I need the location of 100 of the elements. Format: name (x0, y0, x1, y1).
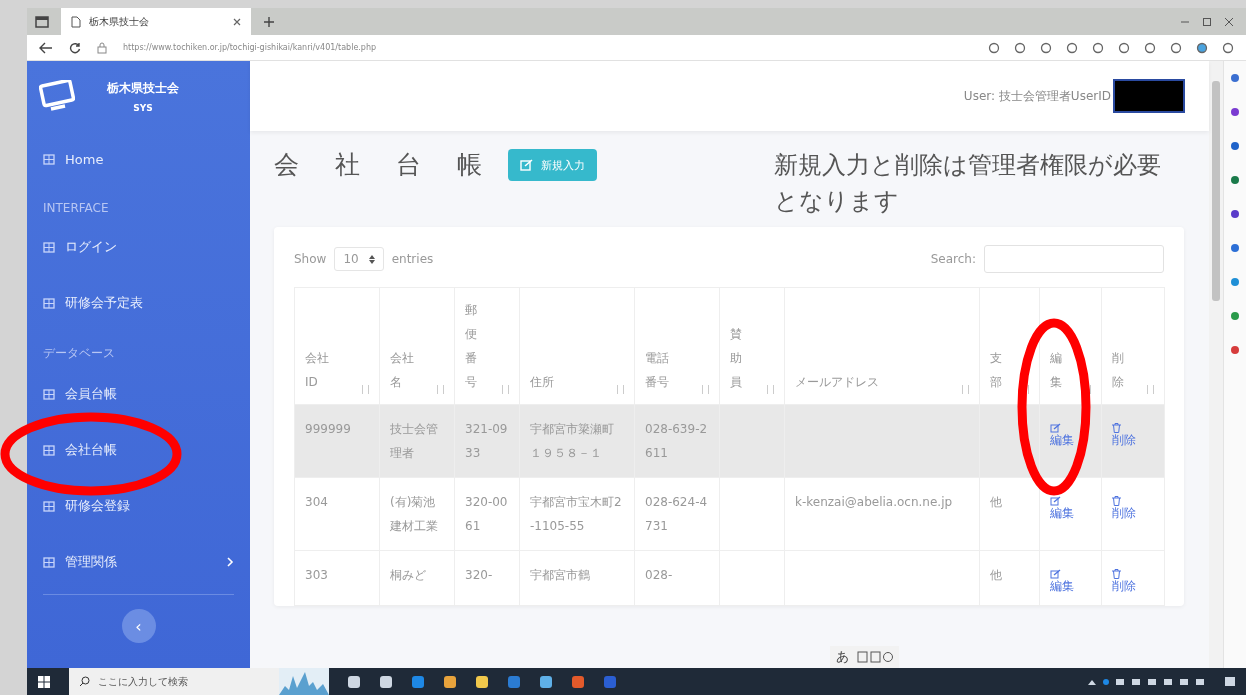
column-header[interactable]: メールアドレス (784, 287, 980, 405)
table-cell: 320-0061 (465, 495, 508, 533)
table-cell: 028-639-2611 (645, 422, 708, 460)
edit-icon (1050, 569, 1061, 579)
sort-icon (962, 385, 969, 394)
scrollbar[interactable] (1209, 61, 1223, 668)
toolbar-icon[interactable] (1066, 41, 1078, 54)
sidebar-app-icon[interactable] (1230, 73, 1240, 83)
column-header[interactable]: 編集 (1039, 287, 1102, 405)
page-size-select[interactable]: 10 (334, 247, 384, 271)
sidebar-item[interactable]: 研修会登録 (27, 478, 250, 534)
table-cell: 321-0933 (465, 422, 508, 460)
notice-text: 新規入力と削除は管理者権限が必要となります (774, 150, 1162, 217)
toolbar-icon[interactable] (1014, 41, 1026, 54)
delete-link[interactable]: 削除 (1112, 496, 1139, 520)
taskbar-app-icon[interactable] (347, 674, 361, 689)
search-field[interactable] (984, 245, 1164, 273)
taskbar-app-icon[interactable] (443, 674, 457, 689)
refresh-icon[interactable] (69, 41, 81, 54)
edit-link[interactable]: 編集 (1050, 423, 1077, 447)
address-field[interactable]: https://www.tochiken.or.jp/tochigi-gishikai/kanri/v401/table.php (123, 43, 377, 52)
user-label: User: 技士会管理者UserID (963, 87, 1111, 105)
taskbar-search-field[interactable]: ここに入力して検索 (69, 668, 329, 695)
search-icon (79, 676, 90, 687)
taskbar-app-icon[interactable] (475, 674, 489, 689)
toolbar-icon[interactable] (1040, 41, 1052, 54)
sidebar-app-icon[interactable] (1230, 311, 1240, 321)
tab-actions-icon[interactable] (35, 15, 49, 28)
toolbar-icon[interactable] (1118, 41, 1130, 54)
close-icon[interactable] (1224, 16, 1234, 27)
collapse-button[interactable]: ‹ (121, 609, 156, 643)
sidebar-item[interactable]: 会員台帳 (27, 366, 250, 422)
edit-link[interactable]: 編集 (1050, 569, 1077, 593)
maximize-icon[interactable] (1202, 16, 1212, 27)
sidebar-app-icon[interactable] (1230, 141, 1240, 151)
sidebar-item[interactable]: 研修会予定表 (27, 275, 250, 331)
sidebar-item[interactable]: 管理関係 (27, 534, 250, 590)
table-cell: 他 (990, 568, 1002, 582)
sort-icon (617, 385, 624, 394)
sidebar-item[interactable]: Home (27, 131, 250, 187)
sort-icon (767, 385, 774, 394)
notification-icon[interactable] (1224, 675, 1236, 688)
sidebar-app-icon[interactable] (1230, 175, 1240, 185)
column-header[interactable]: 電話番号 (634, 287, 720, 405)
sidebar-app-icon[interactable] (1230, 243, 1240, 253)
close-icon[interactable] (233, 17, 241, 26)
column-header[interactable]: 郵便番号 (454, 287, 520, 405)
edit-icon (1050, 496, 1061, 506)
delete-link[interactable]: 削除 (1112, 423, 1139, 447)
table-cell: 桐みど (390, 568, 426, 582)
toolbar-icon[interactable] (988, 41, 1000, 54)
ime-mode[interactable]: あ (836, 648, 849, 666)
monitor-icon (39, 80, 75, 112)
new-tab-icon[interactable] (263, 15, 275, 28)
edit-link[interactable]: 編集 (1050, 496, 1077, 520)
back-icon[interactable] (39, 41, 53, 54)
windows-icon[interactable] (37, 674, 51, 689)
sidebar-app-icon[interactable] (1230, 209, 1240, 219)
sidebar-app-icon[interactable] (1230, 345, 1240, 355)
grid-icon (43, 500, 55, 512)
edit-icon (1050, 423, 1061, 433)
toolbar-icon[interactable] (1196, 41, 1208, 54)
toolbar-icon[interactable] (1170, 41, 1182, 54)
toolbar-icon[interactable] (1092, 41, 1104, 54)
sort-icon (437, 385, 444, 394)
page-icon (71, 15, 81, 28)
delete-link[interactable]: 削除 (1112, 569, 1139, 593)
system-tray-icons[interactable] (1086, 676, 1206, 687)
column-header[interactable]: 会社ID (294, 287, 380, 405)
table-cell: k-kenzai@abelia.ocn.ne.jp (795, 495, 953, 509)
brand-title: 栃木県技士会 (107, 79, 179, 97)
sidebar-item[interactable]: ログイン (27, 219, 250, 275)
ime-tool-icon[interactable] (857, 651, 893, 663)
grid-icon (43, 444, 55, 456)
taskbar-app-icon[interactable] (539, 674, 553, 689)
column-header[interactable]: 支部 (979, 287, 1040, 405)
sidebar-app-icon[interactable] (1230, 107, 1240, 117)
table-cell: 技士会管理者 (390, 422, 438, 460)
grid-icon (43, 556, 55, 568)
table-cell: (有)菊池建材工業 (390, 495, 438, 533)
toolbar-icon[interactable] (1222, 41, 1234, 54)
column-header[interactable]: 住所 (519, 287, 635, 405)
sidebar-heading: データベース (42, 345, 116, 362)
sort-icon (702, 385, 709, 394)
toolbar-icon[interactable] (1144, 41, 1156, 54)
browser-tab[interactable]: 栃木県技士会 (61, 8, 251, 35)
column-header[interactable]: 削除 (1101, 287, 1165, 405)
grid-icon (43, 153, 55, 165)
taskbar-app-icon[interactable] (379, 674, 393, 689)
table-cell: 320- (465, 568, 493, 582)
sort-icon (502, 385, 509, 394)
trash-icon (1112, 569, 1121, 579)
sidebar-item[interactable]: 会社台帳 (27, 422, 250, 478)
trash-icon (1112, 496, 1121, 506)
table-cell: 999999 (305, 422, 351, 436)
grid-icon (43, 297, 55, 309)
column-header[interactable]: 会社名 (379, 287, 455, 405)
column-header[interactable]: 賛助員 (719, 287, 785, 405)
sidebar-app-icon[interactable] (1230, 277, 1240, 287)
new-entry-button[interactable]: 新規入力 (507, 149, 597, 181)
